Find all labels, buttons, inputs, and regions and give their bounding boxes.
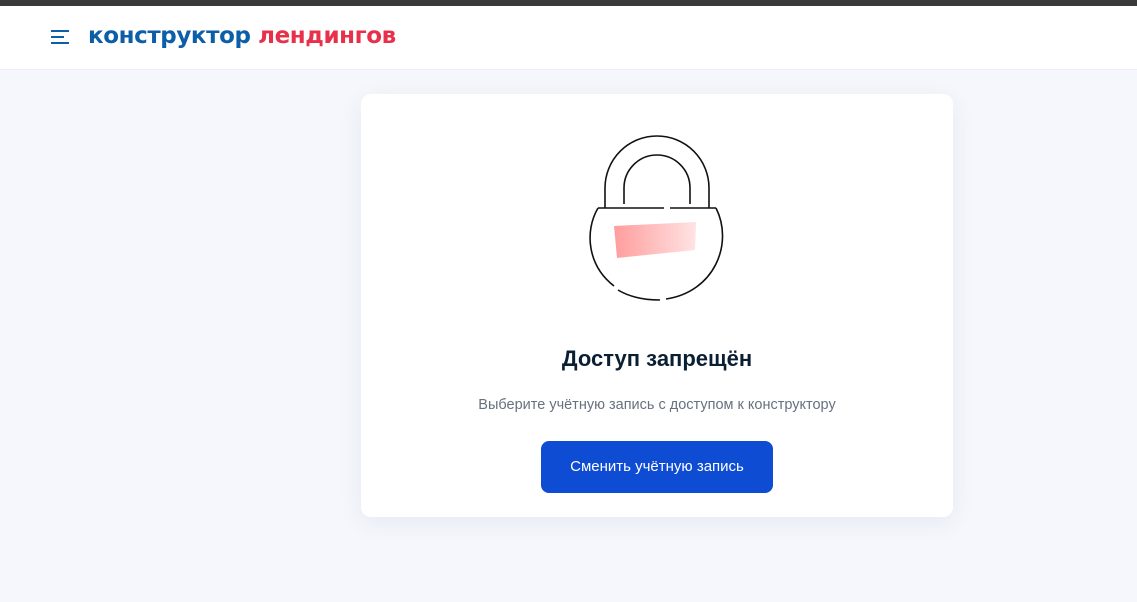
app-logo[interactable]: конструктор лендингов	[88, 20, 396, 52]
access-denied-card: Доступ запрещён Выберите учётную запись …	[361, 94, 953, 517]
switch-account-button[interactable]: Сменить учётную запись	[541, 441, 773, 493]
page-title: Доступ запрещён	[561, 346, 753, 371]
app-header: конструктор лендингов	[0, 6, 1137, 70]
logo-text-secondary: лендингов	[258, 23, 396, 49]
logo-text-primary: конструктор	[88, 23, 251, 49]
menu-button[interactable]	[46, 22, 76, 52]
menu-icon	[51, 30, 69, 44]
padlock-icon	[589, 135, 724, 301]
page-subtitle: Выберите учётную запись с доступом к кон…	[478, 397, 836, 413]
